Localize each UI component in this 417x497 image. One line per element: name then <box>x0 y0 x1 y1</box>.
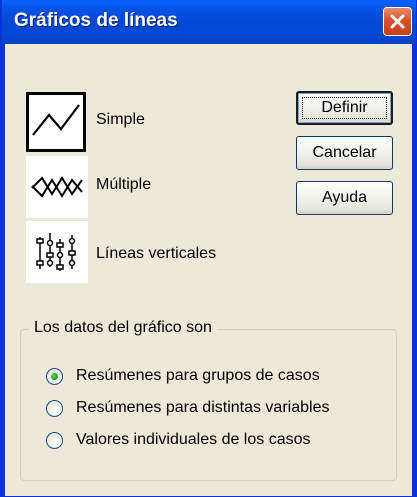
radio-summaries-for-groups[interactable]: Resúmenes para grupos de casos <box>46 366 376 388</box>
radio-summaries-for-variables[interactable]: Resúmenes para distintas variables <box>46 398 386 420</box>
radio-individual-values[interactable]: Valores individuales de los casos <box>46 430 376 452</box>
drop-line-chart-icon <box>36 233 76 271</box>
multiple-line-chart-icon <box>31 176 83 198</box>
radio-button[interactable] <box>46 400 63 417</box>
define-button-label: Definir <box>321 99 368 116</box>
close-icon <box>390 14 405 29</box>
radio-individual-values-label[interactable]: Valores individuales de los casos <box>76 431 311 449</box>
chart-type-multiple-label[interactable]: Múltiple <box>96 176 151 194</box>
close-button[interactable] <box>383 7 412 36</box>
cancel-button[interactable]: Cancelar <box>296 136 393 170</box>
dialog-title: Gráficos de líneas <box>14 10 178 31</box>
define-button[interactable]: Definir <box>296 91 393 125</box>
radio-button[interactable] <box>46 368 63 385</box>
chart-type-drop-line-label[interactable]: Líneas verticales <box>96 245 216 263</box>
chart-type-multiple[interactable] <box>26 156 88 218</box>
window-frame-right <box>412 44 416 496</box>
help-button[interactable]: Ayuda <box>296 181 393 215</box>
line-charts-dialog: Gráficos de líneas Simple Múltiple Línea… <box>0 0 417 497</box>
radio-summaries-for-variables-label[interactable]: Resúmenes para distintas variables <box>76 399 329 417</box>
cancel-button-label: Cancelar <box>312 144 377 161</box>
chart-type-drop-line[interactable] <box>26 221 88 283</box>
chart-data-legend: Los datos del gráfico son <box>29 319 217 337</box>
radio-summaries-for-groups-label[interactable]: Resúmenes para grupos de casos <box>76 367 320 385</box>
chart-type-simple[interactable] <box>26 92 86 152</box>
simple-line-chart-icon <box>32 104 80 136</box>
radio-button[interactable] <box>46 432 63 449</box>
radio-selected-dot <box>51 373 58 380</box>
title-bar[interactable]: Gráficos de líneas <box>1 0 416 44</box>
window-frame-left <box>1 44 5 496</box>
help-button-label: Ayuda <box>321 189 368 206</box>
chart-type-simple-label[interactable]: Simple <box>96 111 145 129</box>
